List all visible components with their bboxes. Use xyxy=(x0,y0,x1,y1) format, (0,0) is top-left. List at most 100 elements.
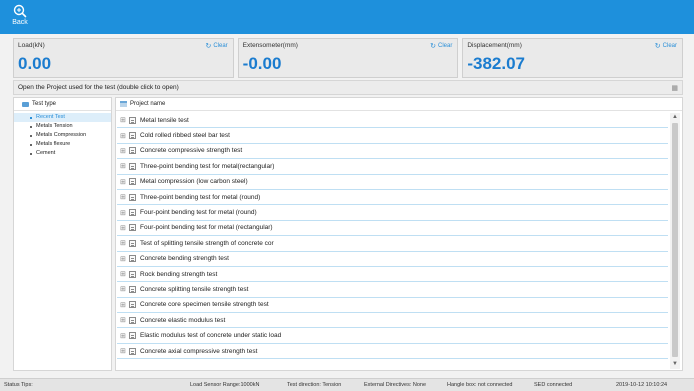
expand-icon[interactable]: ⊞ xyxy=(120,301,128,309)
project-label: Concrete splitting tensile strength test xyxy=(140,285,249,293)
document-icon xyxy=(129,285,136,293)
top-toolbar: Back xyxy=(0,0,694,34)
expand-icon[interactable]: ⊞ xyxy=(120,270,128,278)
expand-icon[interactable]: ⊞ xyxy=(120,147,128,155)
project-row[interactable]: ⊞ Test of splitting tensile strength of c… xyxy=(117,236,668,252)
expand-icon[interactable]: ⊞ xyxy=(120,224,128,232)
project-list-icon xyxy=(120,101,127,107)
sensor-value: 0.00 xyxy=(18,54,52,73)
sensor-extensometer: Extensometer(mm) ↻ Clear -0.00 xyxy=(237,38,459,78)
expand-icon[interactable]: ⊞ xyxy=(120,316,128,324)
expand-icon[interactable]: ⊞ xyxy=(120,255,128,263)
project-label: Metal compression (low carbon steel) xyxy=(140,178,248,186)
back-label: Back xyxy=(12,19,28,26)
document-icon xyxy=(129,270,136,278)
expand-icon[interactable]: ⊞ xyxy=(120,162,128,170)
expand-icon[interactable]: ⊞ xyxy=(120,332,128,340)
status-tips: Status Tips: xyxy=(4,382,33,388)
project-row[interactable]: ⊞ Four-point bending test for metal (rect… xyxy=(117,221,668,237)
project-label: Concrete axial compressive strength test xyxy=(140,347,258,355)
project-row[interactable]: ⊞ Metal compression (low carbon steel) xyxy=(117,175,668,190)
document-icon xyxy=(129,116,136,124)
project-label: Elastic modulus test of concrete under s… xyxy=(140,332,282,340)
refresh-icon: ↻ xyxy=(654,43,661,50)
sensor-name: Extensometer(mm) xyxy=(242,42,298,49)
document-icon xyxy=(129,255,136,263)
status-datetime: 2019-10-12 10:10:24 xyxy=(616,382,668,388)
document-icon xyxy=(129,193,136,201)
document-icon xyxy=(129,301,136,309)
sensor-name: Load(kN) xyxy=(18,42,45,49)
project-row[interactable]: ⊞ Four-point bending test for metal (roun… xyxy=(117,205,668,221)
project-name-title: Project name xyxy=(130,101,166,107)
project-row[interactable]: ⊞ Concrete elastic modulus test xyxy=(117,313,668,329)
test-type-item[interactable]: Metals Tension xyxy=(14,122,111,131)
clear-label: Clear xyxy=(662,43,678,49)
project-label: Cold rolled ribbed steel bar test xyxy=(140,132,230,140)
project-row[interactable]: ⊞ Concrete splitting tensile strength tes… xyxy=(117,282,668,298)
sensor-value: -382.07 xyxy=(467,54,526,73)
sensor-name: Displacement(mm) xyxy=(467,42,522,49)
clear-button[interactable]: ↻ Clear xyxy=(205,42,227,50)
project-row[interactable]: ⊞ Metal tensile test xyxy=(117,113,668,129)
clear-label: Clear xyxy=(438,43,453,49)
test-type-header: Test type xyxy=(14,98,111,111)
test-type-item[interactable]: Cement xyxy=(14,149,111,158)
back-button[interactable]: Back xyxy=(6,4,34,32)
search-back-icon xyxy=(13,4,27,18)
expand-icon[interactable]: ⊞ xyxy=(120,209,128,217)
scroll-up-icon[interactable]: ▲ xyxy=(670,113,680,122)
status-handle: Hangle box: not connected xyxy=(447,382,513,388)
project-label: Three-point bending test for metal (roun… xyxy=(140,193,261,201)
expand-icon[interactable]: ⊞ xyxy=(120,116,128,124)
layout-grid-icon[interactable]: ▦ xyxy=(671,84,678,92)
project-label: Concrete core specimen tensile strength … xyxy=(140,301,269,309)
document-icon xyxy=(129,132,136,140)
document-icon xyxy=(129,316,136,324)
project-label: Test of splitting tensile strength of co… xyxy=(140,239,274,247)
project-header: Project name xyxy=(116,98,682,111)
clear-button[interactable]: ↻ Clear xyxy=(655,42,677,50)
project-row[interactable]: ⊞ Concrete core specimen tensile strength… xyxy=(117,298,668,314)
project-row[interactable]: ⊞ Three-point bending test for metal (rou… xyxy=(117,190,668,206)
document-icon xyxy=(129,162,136,170)
project-row[interactable]: ⊞ Cold rolled ribbed steel bar test xyxy=(117,128,668,144)
expand-icon[interactable]: ⊞ xyxy=(120,178,128,186)
document-icon xyxy=(129,347,136,355)
project-row[interactable]: ⊞ Rock bending strength test xyxy=(117,267,668,283)
sensor-displacement: Displacement(mm) ↻ Clear -382.07 xyxy=(462,38,684,78)
document-icon xyxy=(129,209,136,217)
project-label: Four-point bending test for metal (round… xyxy=(140,209,257,217)
expand-icon[interactable]: ⊞ xyxy=(120,193,128,201)
test-type-item[interactable]: Metals Compression xyxy=(14,131,111,140)
expand-icon[interactable]: ⊞ xyxy=(120,285,128,293)
project-list: ⊞ Metal tensile test ⊞ Cold rolled ribbed s… xyxy=(117,113,668,369)
sensor-value: -0.00 xyxy=(242,54,282,73)
test-type-item[interactable]: Metals flexure xyxy=(14,140,111,149)
expand-icon[interactable]: ⊞ xyxy=(120,132,128,140)
document-icon xyxy=(129,147,136,155)
test-type-item[interactable]: Recent Test xyxy=(14,113,111,122)
sensor-load: Load(kN) ↻ Clear 0.00 xyxy=(13,38,234,78)
folder-icon xyxy=(22,101,29,107)
project-row[interactable]: ⊞ Three-point bending test for metal(rect… xyxy=(117,159,668,175)
project-row[interactable]: ⊞ Concrete axial compressive strength tes… xyxy=(117,344,668,360)
project-row[interactable]: ⊞ Concrete compressive strength test xyxy=(117,144,668,160)
project-row[interactable]: ⊞ Elastic modulus test of concrete under … xyxy=(117,328,668,344)
project-row[interactable]: ⊞ Concrete bending strength test xyxy=(117,252,668,267)
project-label: Four-point bending test for metal (recta… xyxy=(140,224,273,232)
status-external: External Directives: None xyxy=(364,382,427,388)
expand-icon[interactable]: ⊞ xyxy=(120,347,128,355)
project-label: Rock bending strength test xyxy=(140,270,218,278)
document-icon xyxy=(129,239,136,247)
scroll-down-icon[interactable]: ▼ xyxy=(670,360,680,369)
test-type-title: Test type xyxy=(32,101,57,107)
project-scrollbar[interactable]: ▲ ▼ xyxy=(670,113,680,369)
status-bar: Status Tips: Load Sensor Range:1000kN Te… xyxy=(0,378,694,391)
project-instructions: Open the Project used for the test (doub… xyxy=(18,84,179,91)
test-type-panel: Test type Recent Test Metals Tension Metal… xyxy=(13,97,112,371)
scrollbar-thumb[interactable] xyxy=(672,123,678,357)
project-label: Three-point bending test for metal(recta… xyxy=(140,162,275,170)
expand-icon[interactable]: ⊞ xyxy=(120,239,128,247)
clear-button[interactable]: ↻ Clear xyxy=(430,42,452,50)
